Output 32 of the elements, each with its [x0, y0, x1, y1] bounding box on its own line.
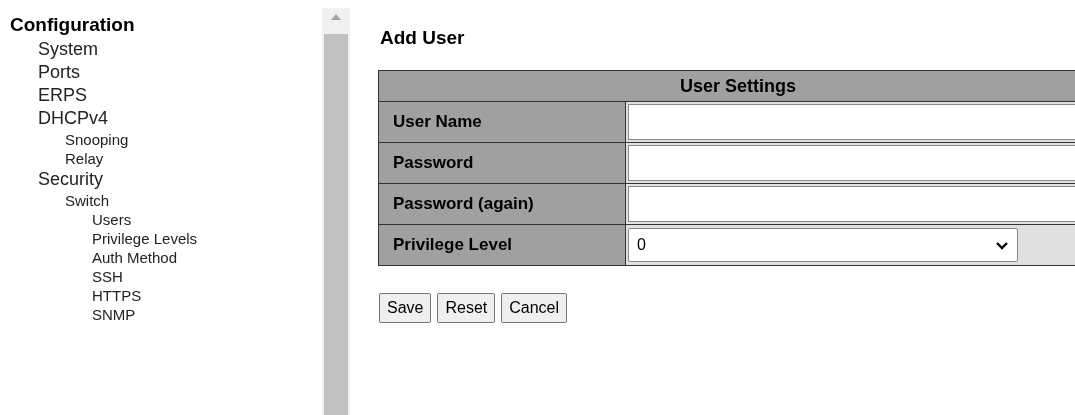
password-field[interactable]: [628, 145, 1075, 181]
field-label: User Name: [378, 101, 626, 143]
scrollbar[interactable]: [322, 8, 350, 415]
privilege-dropdown[interactable]: 0: [628, 228, 1018, 262]
nav-link[interactable]: Users: [92, 210, 132, 229]
nav-link[interactable]: Privilege Levels: [92, 229, 198, 248]
password-field[interactable]: [628, 186, 1075, 222]
chevron-down-icon: [995, 240, 1009, 250]
field-label: Password (again): [378, 183, 626, 225]
nav-link[interactable]: ERPS: [10, 84, 88, 107]
scrollbar-thumb[interactable]: [324, 34, 348, 415]
nav-link[interactable]: Snooping: [65, 130, 129, 149]
nav-link[interactable]: System: [10, 38, 98, 61]
nav-link[interactable]: SSH: [92, 267, 123, 286]
form-button[interactable]: Reset: [437, 293, 496, 323]
page-title: Add User: [380, 26, 466, 50]
scroll-up-icon: [331, 14, 341, 20]
nav-link[interactable]: Security: [10, 168, 104, 191]
field-label: Privilege Level: [378, 224, 626, 266]
nav-link[interactable]: HTTPS: [92, 286, 142, 305]
nav-heading: Configuration: [10, 14, 136, 36]
nav-link[interactable]: DHCPv4: [10, 107, 108, 130]
nav-link[interactable]: Ports: [10, 61, 80, 84]
nav-link[interactable]: Relay: [65, 149, 104, 168]
field-label: Password: [378, 142, 626, 184]
form-button[interactable]: Cancel: [501, 293, 568, 323]
form-button[interactable]: Save: [379, 293, 432, 323]
user-name-field[interactable]: [628, 104, 1075, 140]
nav-link[interactable]: Switch: [65, 191, 110, 210]
nav-link[interactable]: Auth Method: [92, 248, 178, 267]
table-header: User Settings: [378, 70, 1075, 102]
nav-link[interactable]: SNMP: [92, 305, 136, 324]
